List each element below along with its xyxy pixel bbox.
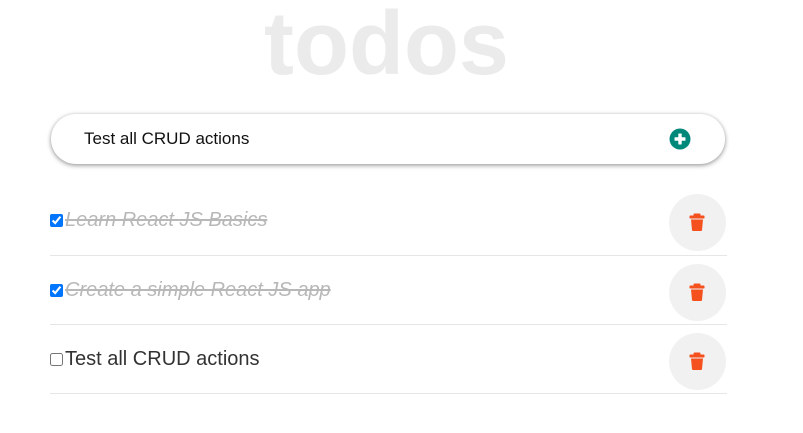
- app-title: todos: [264, 0, 509, 94]
- todo-checkbox[interactable]: [50, 214, 63, 227]
- todo-text[interactable]: Learn React JS Basics: [65, 208, 267, 232]
- new-todo-input[interactable]: [84, 126, 644, 152]
- trash-icon: [689, 283, 705, 301]
- todo-text[interactable]: Create a simple React JS app: [65, 278, 331, 302]
- add-todo-button[interactable]: [669, 128, 691, 150]
- delete-todo-button[interactable]: [669, 333, 726, 390]
- todo-app: todos Learn React JS Basics: [0, 0, 803, 433]
- delete-todo-button[interactable]: [669, 194, 726, 251]
- trash-icon: [689, 352, 705, 370]
- todo-list: Learn React JS Basics Create a simple Re…: [50, 186, 727, 394]
- todo-checkbox[interactable]: [50, 284, 63, 297]
- todo-text[interactable]: Test all CRUD actions: [65, 347, 260, 371]
- todo-item: Learn React JS Basics: [50, 186, 727, 256]
- new-todo-bar: [51, 114, 725, 164]
- trash-icon: [689, 213, 705, 231]
- plus-circle-icon: [669, 128, 691, 150]
- todo-item: Create a simple React JS app: [50, 256, 727, 325]
- todo-checkbox[interactable]: [50, 353, 63, 366]
- delete-todo-button[interactable]: [669, 264, 726, 321]
- todo-item: Test all CRUD actions: [50, 325, 727, 394]
